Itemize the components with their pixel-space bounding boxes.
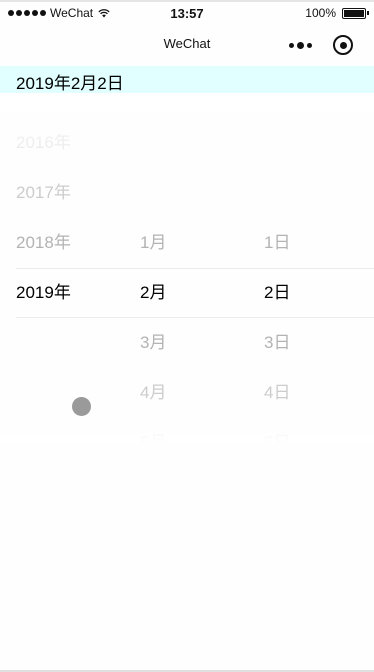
battery-percent: 100% <box>305 6 336 20</box>
phone-screen: WeChat 13:57 100% WeChat 2019年2月2日 2016年… <box>0 0 374 672</box>
picker-item-day[interactable]: 1日 <box>264 218 290 268</box>
selected-date-banner[interactable]: 2019年2月2日 <box>0 66 374 93</box>
picker-item-day-selected[interactable]: 2日 <box>264 268 290 318</box>
picker-item-year[interactable]: 2016年 <box>16 118 71 168</box>
nav-title: WeChat <box>163 36 211 51</box>
battery-icon <box>342 7 369 19</box>
picker-item-year[interactable]: 2017年 <box>16 168 71 218</box>
picker-item-month-selected[interactable]: 2月 <box>140 268 166 318</box>
picker-item-day[interactable]: 5日 <box>264 418 290 443</box>
picker-item-year[interactable]: 2018年 <box>16 218 71 268</box>
close-icon[interactable] <box>333 35 353 55</box>
more-icon[interactable] <box>288 38 312 52</box>
picker-indicator-top-line <box>16 268 374 269</box>
touch-indicator <box>72 397 91 416</box>
picker-item-year-selected[interactable]: 2019年 <box>16 268 71 318</box>
status-bar: WeChat 13:57 100% <box>0 0 374 24</box>
picker-item-day[interactable]: 4日 <box>264 368 290 418</box>
picker-item-month[interactable]: 4月 <box>140 368 166 418</box>
picker-item-month[interactable]: 5月 <box>140 418 166 443</box>
picker-item-month[interactable]: 1月 <box>140 218 166 268</box>
picker-indicator-bottom-line <box>16 317 374 318</box>
status-right: 100% <box>305 6 369 20</box>
date-picker[interactable]: 2016年 2017年 2018年 2019年 1月 2月 3月 4月 5月 1… <box>0 93 374 443</box>
picker-item-month[interactable]: 3月 <box>140 318 166 368</box>
picker-item-day[interactable]: 3日 <box>264 318 290 368</box>
selected-date-text: 2019年2月2日 <box>16 74 124 93</box>
nav-bar: WeChat <box>0 24 374 66</box>
